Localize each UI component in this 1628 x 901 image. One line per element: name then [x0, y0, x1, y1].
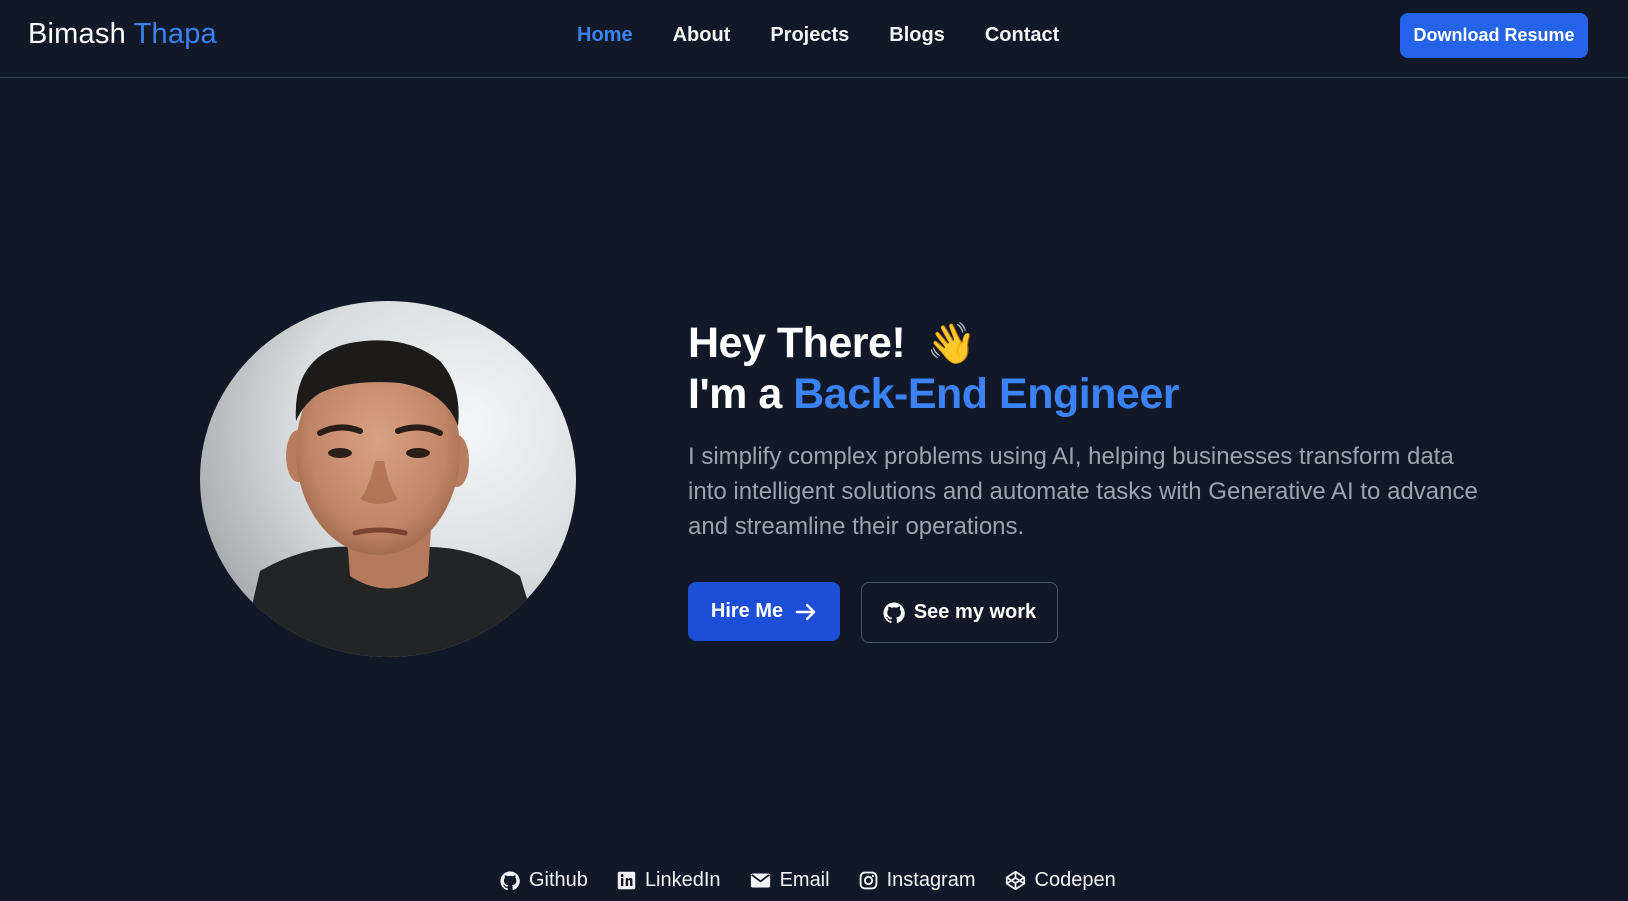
social-linkedin[interactable]: LinkedIn [617, 869, 721, 892]
codepen-icon [1005, 870, 1025, 891]
nav-about[interactable]: About [673, 24, 731, 47]
arrow-right-icon [795, 603, 816, 620]
social-github-label: Github [529, 869, 588, 891]
github-icon [883, 601, 905, 623]
social-email[interactable]: Email [750, 869, 830, 892]
hire-me-button[interactable]: Hire Me [688, 582, 840, 641]
linkedin-icon [617, 871, 636, 890]
instagram-icon [859, 871, 877, 890]
greeting-text: Hey There! [688, 319, 906, 367]
nav-blogs[interactable]: Blogs [889, 24, 945, 47]
social-instagram-label: Instagram [886, 869, 976, 891]
download-resume-button[interactable]: Download Resume [1400, 13, 1588, 58]
brand-last-name: Thapa [133, 18, 217, 50]
brand-first-name: Bimash [28, 18, 126, 50]
social-linkedin-label: LinkedIn [644, 869, 721, 891]
hire-me-label: Hire Me [710, 600, 784, 622]
nav-projects[interactable]: Projects [770, 24, 849, 47]
see-my-work-label: See my work [913, 601, 1037, 623]
github-icon [500, 870, 520, 890]
hero-headline: Hey There! 👋 I'm a Back-End Engineer [688, 318, 1518, 419]
social-github[interactable]: Github [500, 869, 588, 892]
intro-prefix: I'm a [688, 370, 782, 418]
email-icon [750, 873, 770, 888]
cta-buttons: Hire Me See my work [688, 582, 1058, 643]
main-nav: Home About Projects Blogs Contact [577, 24, 1059, 47]
brand-logo[interactable]: Bimash Thapa [28, 18, 217, 51]
waving-hand-icon: 👋 [926, 322, 977, 366]
social-email-label: Email [779, 869, 830, 891]
role-title: Back-End Engineer [793, 370, 1179, 418]
social-codepen-label: Codepen [1034, 869, 1116, 891]
site-header: Bimash Thapa Home About Projects Blogs C… [0, 0, 1628, 78]
social-links: Github LinkedIn Email Instagram Codepen [500, 869, 1116, 892]
hero-description: I simplify complex problems using AI, he… [688, 443, 1478, 540]
social-codepen[interactable]: Codepen [1005, 869, 1116, 892]
nav-home[interactable]: Home [577, 24, 633, 47]
nav-contact[interactable]: Contact [985, 24, 1059, 47]
profile-photo [200, 301, 576, 657]
social-instagram[interactable]: Instagram [859, 869, 976, 892]
hero-section: Hey There! 👋 I'm a Back-End Engineer I s… [688, 318, 1518, 544]
see-my-work-button[interactable]: See my work [861, 582, 1058, 643]
